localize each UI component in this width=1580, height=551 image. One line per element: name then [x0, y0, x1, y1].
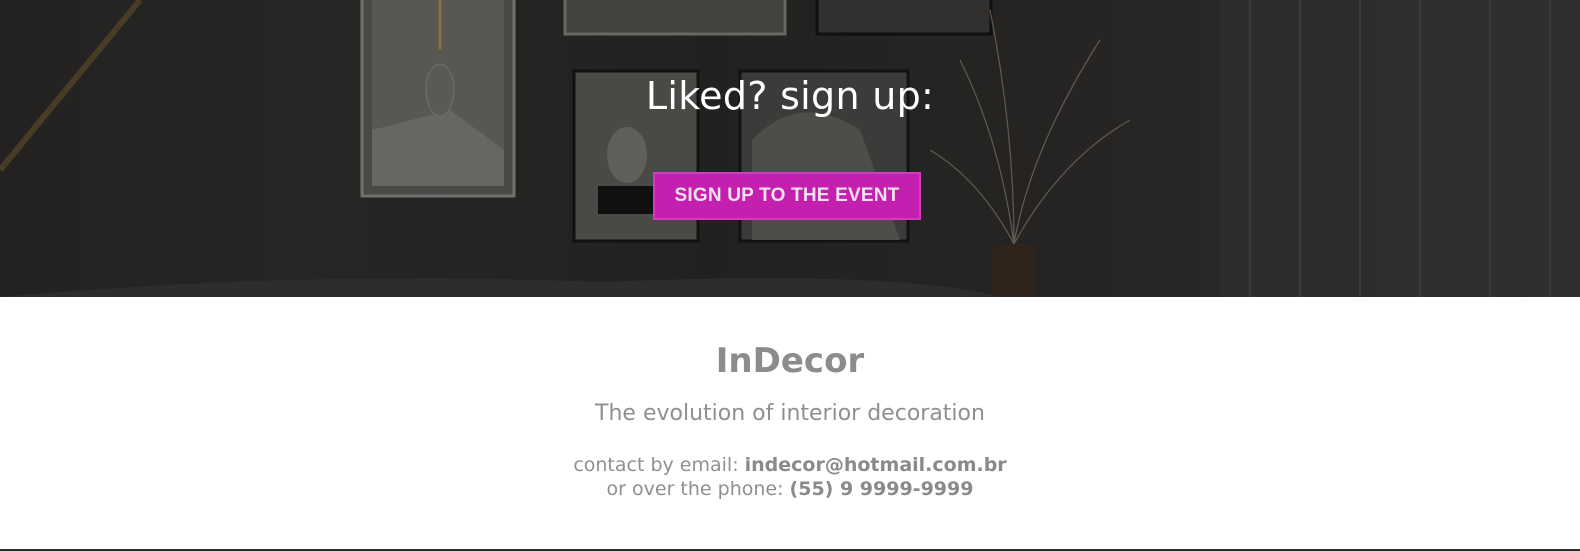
contact-phone-line: or over the phone: (55) 9 9999-9999 — [0, 478, 1580, 500]
footer: InDecor The evolution of interior decora… — [0, 297, 1580, 549]
signup-event-button[interactable]: SIGN UP TO THE EVENT — [653, 172, 921, 220]
phone-number[interactable]: (55) 9 9999-9999 — [790, 478, 974, 500]
hero-section: Liked? sign up: SIGN UP TO THE EVENT — [0, 0, 1580, 297]
signup-heading: Liked? sign up: — [645, 74, 935, 118]
email-label: contact by email: — [573, 454, 745, 476]
hero-dark-overlay — [0, 0, 1580, 297]
phone-label: or over the phone: — [606, 478, 790, 500]
brand-name: InDecor — [715, 341, 865, 381]
brand-tagline: The evolution of interior decoration — [595, 401, 985, 426]
email-address[interactable]: indecor@hotmail.com.br — [745, 454, 1007, 476]
contact-email-line: contact by email: indecor@hotmail.com.br — [0, 454, 1580, 476]
